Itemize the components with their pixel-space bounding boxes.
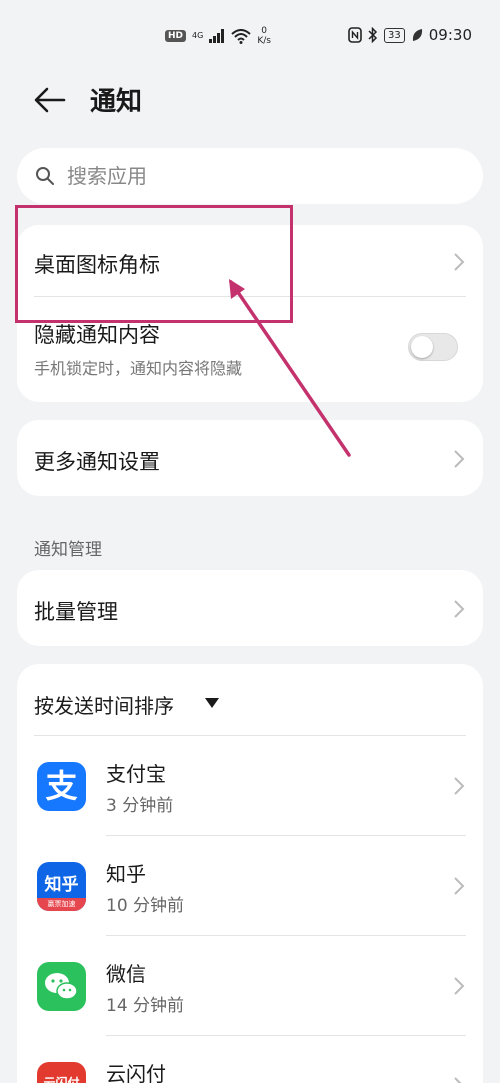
app-name: 微信 xyxy=(106,962,146,986)
zhihu-icon-glyph: 知乎 xyxy=(44,875,79,895)
network-speed: 0 K/s xyxy=(257,26,271,46)
chevron-right-icon xyxy=(454,450,465,468)
header: 通知 xyxy=(0,75,500,125)
more-notification-settings-row[interactable]: 更多通知设置 xyxy=(17,420,483,496)
app-list-card: 按发送时间排序 支 支付宝 3 分钟前 知乎 赢票加速 知乎 10 分钟前 微信… xyxy=(17,664,483,1083)
leaf-icon xyxy=(412,29,422,41)
unionpay-icon: 云闪付 xyxy=(37,1062,86,1083)
chevron-right-icon xyxy=(454,777,465,795)
search-bar[interactable] xyxy=(17,148,483,204)
app-row-wechat[interactable]: 微信 14 分钟前 xyxy=(17,936,483,1036)
hd-badge: HD xyxy=(165,30,187,42)
caret-down-icon xyxy=(205,698,219,708)
clock: 09:30 xyxy=(428,26,472,44)
app-row-unionpay[interactable]: 云闪付 云闪付 xyxy=(17,1036,483,1083)
speed-unit: K/s xyxy=(257,36,271,46)
badge-settings-card: 桌面图标角标 隐藏通知内容 手机锁定时，通知内容将隐藏 xyxy=(17,225,483,402)
hide-content-label: 隐藏通知内容 xyxy=(34,323,160,347)
sort-dropdown[interactable]: 按发送时间排序 xyxy=(17,664,247,736)
hide-content-description: 手机锁定时，通知内容将隐藏 xyxy=(34,359,243,378)
zhihu-icon-banner: 赢票加速 xyxy=(37,898,86,911)
app-time: 14 分钟前 xyxy=(106,996,185,1016)
app-time: 10 分钟前 xyxy=(106,896,185,916)
batch-manage-row[interactable]: 批量管理 xyxy=(17,570,483,646)
hide-content-row: 隐藏通知内容 手机锁定时，通知内容将隐藏 xyxy=(17,297,483,402)
app-name: 支付宝 xyxy=(106,762,166,786)
speed-value: 0 xyxy=(261,26,267,36)
more-settings-card: 更多通知设置 xyxy=(17,420,483,496)
nfc-icon xyxy=(348,27,362,43)
network-type: 4G xyxy=(192,31,204,40)
signal-icon xyxy=(209,29,225,43)
wifi-icon xyxy=(231,28,251,44)
chevron-right-icon xyxy=(454,600,465,618)
zhihu-icon: 知乎 赢票加速 xyxy=(37,862,86,911)
wechat-icon xyxy=(37,962,86,1011)
chevron-right-icon xyxy=(454,877,465,895)
batch-manage-label: 批量管理 xyxy=(34,600,118,624)
back-arrow-icon[interactable] xyxy=(34,85,66,115)
hide-content-toggle[interactable] xyxy=(408,333,458,361)
status-bar: HD 4G 0 K/s 33 09:30 xyxy=(0,0,500,60)
alipay-icon: 支 xyxy=(37,762,86,811)
search-input[interactable] xyxy=(67,164,427,188)
app-time: 3 分钟前 xyxy=(106,796,174,816)
desktop-badge-label: 桌面图标角标 xyxy=(34,253,160,277)
battery-indicator: 33 xyxy=(384,27,405,43)
more-notification-settings-label: 更多通知设置 xyxy=(34,450,160,474)
desktop-badge-row[interactable]: 桌面图标角标 xyxy=(17,225,483,297)
chevron-right-icon xyxy=(454,1077,462,1083)
app-name: 云闪付 xyxy=(106,1062,166,1083)
sort-label: 按发送时间排序 xyxy=(34,694,174,718)
section-label: 通知管理 xyxy=(34,540,102,560)
wechat-bubbles-icon xyxy=(45,973,78,1000)
status-right: 33 09:30 xyxy=(348,26,472,44)
unionpay-icon-glyph: 云闪付 xyxy=(43,1076,80,1083)
bluetooth-icon xyxy=(368,27,378,43)
app-name: 知乎 xyxy=(106,862,146,886)
app-row-alipay[interactable]: 支 支付宝 3 分钟前 xyxy=(17,736,483,836)
chevron-right-icon xyxy=(454,977,465,995)
toggle-knob xyxy=(411,336,433,358)
page-title: 通知 xyxy=(90,87,143,117)
batch-manage-card: 批量管理 xyxy=(17,570,483,646)
search-icon xyxy=(36,167,54,185)
alipay-icon-glyph: 支 xyxy=(45,767,78,805)
chevron-right-icon xyxy=(454,253,465,271)
status-center: HD 4G 0 K/s xyxy=(165,26,271,46)
app-row-zhihu[interactable]: 知乎 赢票加速 知乎 10 分钟前 xyxy=(17,836,483,936)
